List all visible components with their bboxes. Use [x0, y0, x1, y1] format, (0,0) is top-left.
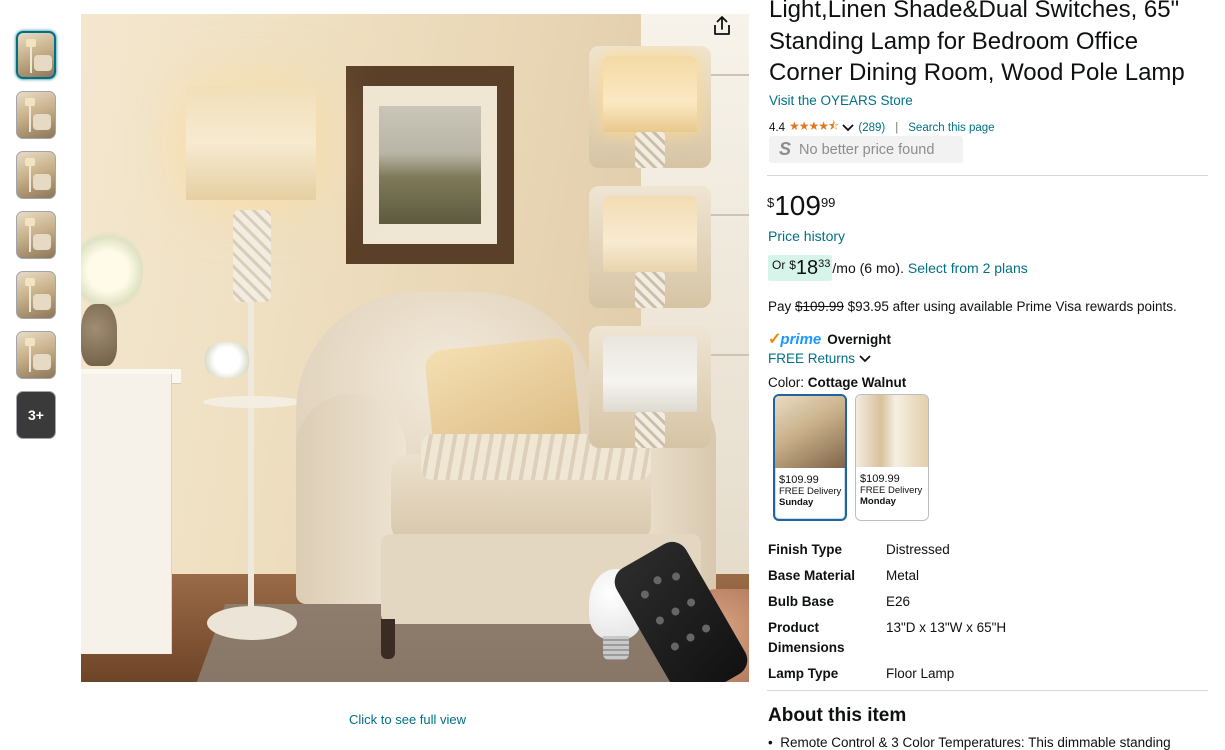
swatch-price: $109.99: [779, 474, 819, 486]
swatch-price: $109.99: [860, 473, 900, 485]
price-symbol: $: [767, 195, 775, 210]
select-plans-link[interactable]: Select from 2 plans: [908, 260, 1028, 276]
swatch-delivery-day: Sunday: [779, 497, 814, 508]
main-product-image[interactable]: [81, 14, 749, 682]
spec-value: Distressed: [886, 542, 950, 557]
color-temp-cool-inset: [589, 326, 711, 448]
prime-shipping: ✓ prime Overnight: [768, 329, 891, 349]
monthly-whole: 18: [795, 257, 819, 279]
thumbnail-image: [25, 98, 35, 106]
monthly-payment: Or $ 18 33 /mo (6 mo). Select from 2 pla…: [768, 255, 1028, 281]
swatch-delivery: FREE Delivery: [860, 485, 923, 496]
spec-key: Base Material: [768, 568, 856, 583]
thumbnail-4[interactable]: [16, 211, 56, 259]
no-better-price-badge[interactable]: S No better price found: [769, 136, 963, 163]
share-button[interactable]: [706, 10, 738, 42]
monthly-prefix: Or: [772, 258, 786, 272]
spec-value: Metal: [886, 568, 920, 583]
price: $ 109 99: [767, 190, 835, 222]
rewards-original-price: $109.99: [795, 299, 844, 314]
spec-key: Product Dimensions: [768, 620, 845, 655]
color-swatch-cottage-walnut[interactable]: $109.99 FREE Delivery Sunday: [773, 394, 847, 521]
thumbnail-2[interactable]: [16, 91, 56, 139]
more-thumbnails-label: 3+: [28, 407, 44, 423]
monthly-suffix: /mo (6 mo).: [832, 260, 904, 276]
swatch-delivery: FREE Delivery: [779, 486, 842, 497]
search-page-link[interactable]: Search this page: [908, 122, 994, 134]
about-bullet-text: Remote Control & 3 Color Temperatures: T…: [780, 735, 1171, 750]
about-bullet: • Remote Control & 3 Color Temperatures:…: [768, 735, 1171, 750]
thumbnail-6[interactable]: [16, 331, 56, 379]
rewards-after-text: $93.95 after using available Prime Visa …: [847, 299, 1177, 314]
thumbnail-image: [25, 338, 35, 346]
rating-value: 4.4: [769, 121, 785, 134]
review-count-link[interactable]: (289): [858, 122, 885, 134]
price-whole: 109: [774, 190, 821, 221]
prime-speed: Overnight: [827, 331, 892, 347]
price-fraction: 99: [820, 195, 836, 210]
thumbnail-image: [25, 278, 35, 286]
color-swatch-2[interactable]: $109.99 FREE Delivery Monday: [855, 394, 929, 521]
share-icon: [714, 16, 730, 35]
free-returns[interactable]: FREE Returns: [768, 351, 871, 366]
spec-value: 13"D x 13"W x 65"H: [886, 620, 1007, 635]
more-thumbnails-button[interactable]: 3+: [16, 391, 56, 439]
store-link[interactable]: Visit the OYEARS Store: [769, 93, 913, 108]
full-view-link[interactable]: Click to see full view: [349, 712, 466, 727]
thumbnail-image: [26, 39, 36, 47]
rating-row: 4.4 ★★★★⯪ (289) | Search this page: [769, 117, 995, 138]
color-temp-warm-inset: [589, 46, 711, 168]
spec-value: Floor Lamp: [886, 666, 955, 681]
chevron-down-icon[interactable]: [842, 123, 855, 132]
color-selected-value: Cottage Walnut: [807, 375, 907, 390]
color-label: Color: Cottage Walnut: [768, 375, 906, 390]
no-better-price-text: No better price found: [799, 141, 935, 158]
thumbnail-image: [25, 218, 35, 226]
monthly-symbol: $: [789, 258, 796, 272]
separator: |: [895, 121, 899, 134]
thumbnail-1[interactable]: [16, 31, 56, 79]
color-label-text: Color:: [768, 375, 805, 390]
about-heading: About this item: [768, 705, 907, 726]
price-history-link[interactable]: Price history: [768, 228, 845, 244]
price-tracker-logo-icon: S: [779, 139, 792, 159]
thumbnail-3[interactable]: [16, 151, 56, 199]
rewards-line: Pay $109.99 $93.95 after using available…: [768, 299, 1177, 314]
free-returns-link[interactable]: FREE Returns: [768, 351, 855, 366]
chevron-down-icon[interactable]: [859, 354, 871, 363]
spec-key: Lamp Type: [768, 666, 839, 681]
spec-value: E26: [886, 594, 911, 609]
color-temp-neutral-inset: [589, 186, 711, 308]
thumbnail-image: [25, 158, 35, 166]
spec-key: Bulb Base: [768, 594, 835, 609]
swatch-image: [775, 396, 845, 468]
swatch-image: [856, 395, 928, 467]
rewards-pay: Pay: [768, 299, 792, 314]
divider: [767, 175, 1208, 176]
swatch-delivery-day: Monday: [860, 496, 896, 507]
product-title: Light,Linen Shade&Dual Switches, 65" Sta…: [769, 0, 1185, 86]
monthly-fraction: 33: [818, 258, 831, 270]
divider: [767, 690, 1208, 691]
prime-logo: prime: [780, 330, 822, 348]
monthly-price-chip: Or $ 18 33: [768, 255, 833, 281]
star-rating-icon[interactable]: ★★★★⯪: [789, 117, 839, 138]
thumbnail-5[interactable]: [16, 271, 56, 319]
spec-key: Finish Type: [768, 542, 843, 557]
